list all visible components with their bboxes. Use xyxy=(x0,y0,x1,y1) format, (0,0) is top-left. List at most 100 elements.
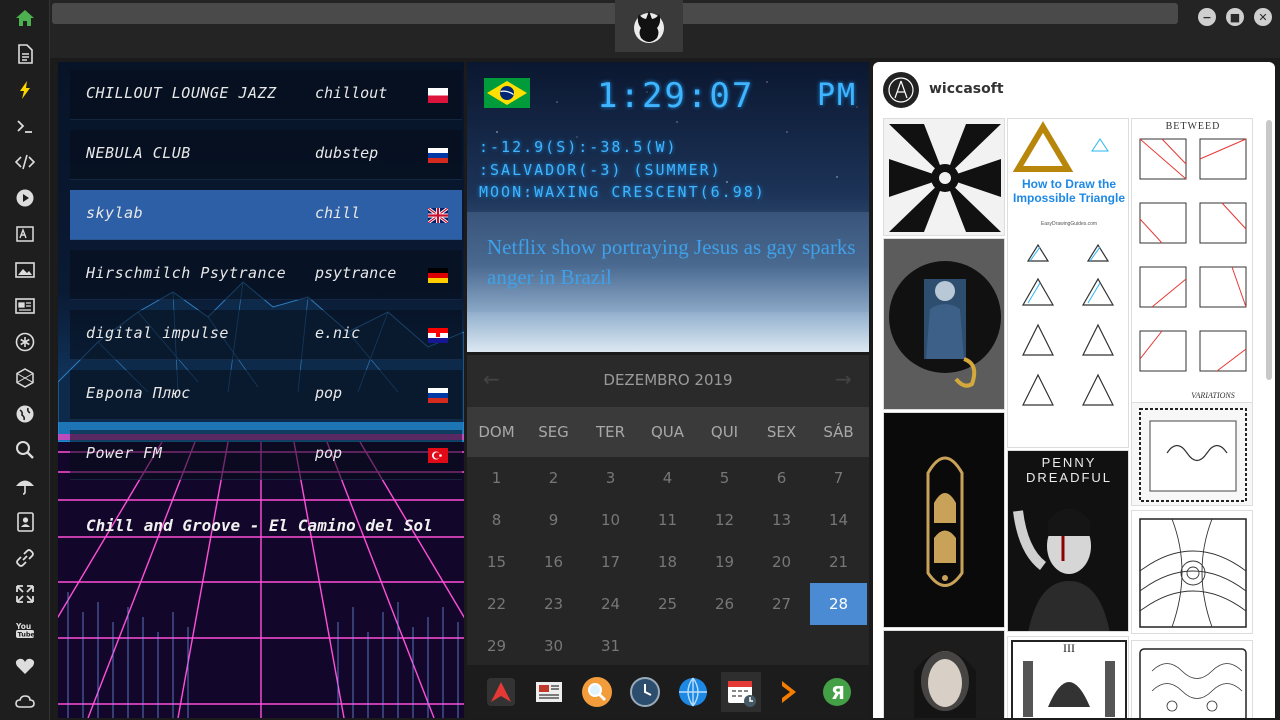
maximize-button[interactable]: ■ xyxy=(1226,8,1244,26)
station-name: Европа Плюс xyxy=(86,384,191,402)
calendar-day[interactable]: 24 xyxy=(582,583,639,625)
username-label[interactable]: wiccasoft xyxy=(929,81,1004,97)
calendar-day[interactable]: 22 xyxy=(468,583,525,625)
pin-gold-arch-art[interactable] xyxy=(883,412,1005,628)
calendar-day[interactable]: 14 xyxy=(810,499,867,541)
pin-portrait-art[interactable] xyxy=(883,630,1005,718)
globe-icon[interactable] xyxy=(12,401,38,427)
calendar-day[interactable]: 15 xyxy=(468,541,525,583)
pin-betweed-tangle[interactable]: BETWEED VARIATIONS xyxy=(1131,118,1253,448)
calendar-day[interactable]: 17 xyxy=(582,541,639,583)
calendar-day[interactable]: 11 xyxy=(639,499,696,541)
flag-turkey-icon xyxy=(428,448,448,463)
station-item[interactable]: NEBULA CLUB dubstep xyxy=(70,130,462,180)
dock-app-red-arrow[interactable] xyxy=(481,672,521,712)
pin-zentangle-pattern[interactable] xyxy=(1131,510,1253,634)
calendar-day[interactable]: 21 xyxy=(810,541,867,583)
pin-tarot-card[interactable]: III xyxy=(1007,636,1129,718)
hexagon-icon[interactable] xyxy=(12,365,38,391)
globe-browser-icon xyxy=(679,677,707,707)
translate-icon[interactable] xyxy=(12,221,38,247)
lightning-icon[interactable] xyxy=(12,77,38,103)
calendar-day[interactable]: 1 xyxy=(468,457,525,499)
close-button[interactable]: ✕ xyxy=(1254,8,1272,26)
dock-app-search[interactable] xyxy=(577,672,617,712)
station-item[interactable]: CHILLOUT LOUNGE JAZZ chillout xyxy=(70,70,462,120)
document-icon[interactable] xyxy=(12,41,38,67)
calendar-day[interactable]: 13 xyxy=(753,499,810,541)
cloud-icon[interactable] xyxy=(12,689,38,715)
calendar-day[interactable]: 25 xyxy=(639,583,696,625)
home-icon[interactable] xyxy=(12,5,38,31)
play-icon[interactable] xyxy=(12,185,38,211)
search-icon[interactable] xyxy=(12,437,38,463)
dock-app-calendar[interactable] xyxy=(721,672,761,712)
calendar-day[interactable]: 27 xyxy=(753,583,810,625)
calendar-day[interactable]: 9 xyxy=(525,499,582,541)
calendar-day[interactable]: 16 xyxy=(525,541,582,583)
calendar-day[interactable]: 26 xyxy=(696,583,753,625)
umbrella-icon[interactable] xyxy=(12,473,38,499)
heart-icon[interactable] xyxy=(12,653,38,679)
contacts-icon[interactable] xyxy=(12,509,38,535)
station-genre: pop xyxy=(315,444,343,462)
calendar-day[interactable]: 23 xyxy=(525,583,582,625)
news-headline-card[interactable]: Netflix show portraying Jesus as gay spa… xyxy=(467,212,869,312)
pin-penny-dreadful[interactable]: PENNY DREADFUL xyxy=(1007,450,1129,632)
calendar-day[interactable]: 19 xyxy=(696,541,753,583)
weekday-label: SEX xyxy=(766,423,797,441)
minimize-button[interactable]: − xyxy=(1198,8,1216,26)
news-icon[interactable] xyxy=(12,293,38,319)
flag-uk-icon xyxy=(428,208,448,223)
feed-scrollbar[interactable] xyxy=(1266,120,1272,380)
link-icon[interactable] xyxy=(12,545,38,571)
next-month-arrow-icon[interactable]: → xyxy=(835,367,852,391)
now-playing-title: Chill and Groove - El Camino del Sol xyxy=(86,516,433,535)
asterisk-icon[interactable] xyxy=(12,329,38,355)
dock-app-clock[interactable] xyxy=(625,672,665,712)
calendar-day[interactable]: 3 xyxy=(582,457,639,499)
calendar-day[interactable]: 20 xyxy=(753,541,810,583)
calendar-day[interactable]: 12 xyxy=(696,499,753,541)
calendar-day[interactable]: 29 xyxy=(468,625,525,667)
expand-icon[interactable] xyxy=(12,581,38,607)
newspaper-icon xyxy=(536,682,562,702)
calendar-day[interactable]: 2 xyxy=(525,457,582,499)
station-item[interactable]: Hirschmilch Psytrance psytrance xyxy=(70,250,462,300)
pin-queen-throne-art[interactable] xyxy=(883,238,1005,410)
dock-app-play[interactable] xyxy=(769,672,809,712)
dock-app-news[interactable] xyxy=(529,672,569,712)
station-item[interactable]: Европа Плюс pop xyxy=(70,370,462,420)
pin-spiral-art[interactable] xyxy=(883,118,1005,236)
calendar-day[interactable]: 30 xyxy=(525,625,582,667)
station-item-active[interactable]: skylab chill xyxy=(70,190,462,240)
code-icon[interactable] xyxy=(12,149,38,175)
rebel-alliance-logo xyxy=(615,0,683,52)
svg-text:Tube: Tube xyxy=(18,631,36,639)
news-headline-link[interactable]: Netflix show portraying Jesus as gay spa… xyxy=(487,232,857,292)
terminal-icon[interactable] xyxy=(12,113,38,139)
dock-app-browser[interactable] xyxy=(673,672,713,712)
youtube-icon[interactable]: You Tube xyxy=(12,617,38,643)
station-item[interactable]: digital impulse e.nic xyxy=(70,310,462,360)
calendar-day-today[interactable]: 28 xyxy=(810,583,867,625)
calendar-day[interactable]: 10 xyxy=(582,499,639,541)
calendar-day[interactable]: 31 xyxy=(582,625,639,667)
rebel-alliance-icon xyxy=(634,11,664,43)
variations-label: VARIATIONS xyxy=(1191,391,1235,400)
calendar-day[interactable]: 7 xyxy=(810,457,867,499)
calendar-day[interactable]: 18 xyxy=(639,541,696,583)
pin-impossible-triangle[interactable]: How to Draw the Impossible Triangle Easy… xyxy=(1007,118,1129,448)
calendar-day[interactable]: 8 xyxy=(468,499,525,541)
station-item[interactable]: Power FM pop xyxy=(70,430,462,480)
image-icon[interactable] xyxy=(12,257,38,283)
clock-panel: 1:29:07 PM :-12.9(S):-38.5(W) :SALVADOR(… xyxy=(467,62,869,352)
flag-russia-icon xyxy=(428,148,448,163)
dock-app-yandex[interactable]: Я xyxy=(817,672,857,712)
pin-zentangle-frame[interactable] xyxy=(1131,402,1253,506)
user-avatar[interactable] xyxy=(883,72,919,108)
calendar-day[interactable]: 4 xyxy=(639,457,696,499)
calendar-day[interactable]: 6 xyxy=(753,457,810,499)
calendar-day[interactable]: 5 xyxy=(696,457,753,499)
pin-zentangle-border[interactable] xyxy=(1131,640,1253,718)
